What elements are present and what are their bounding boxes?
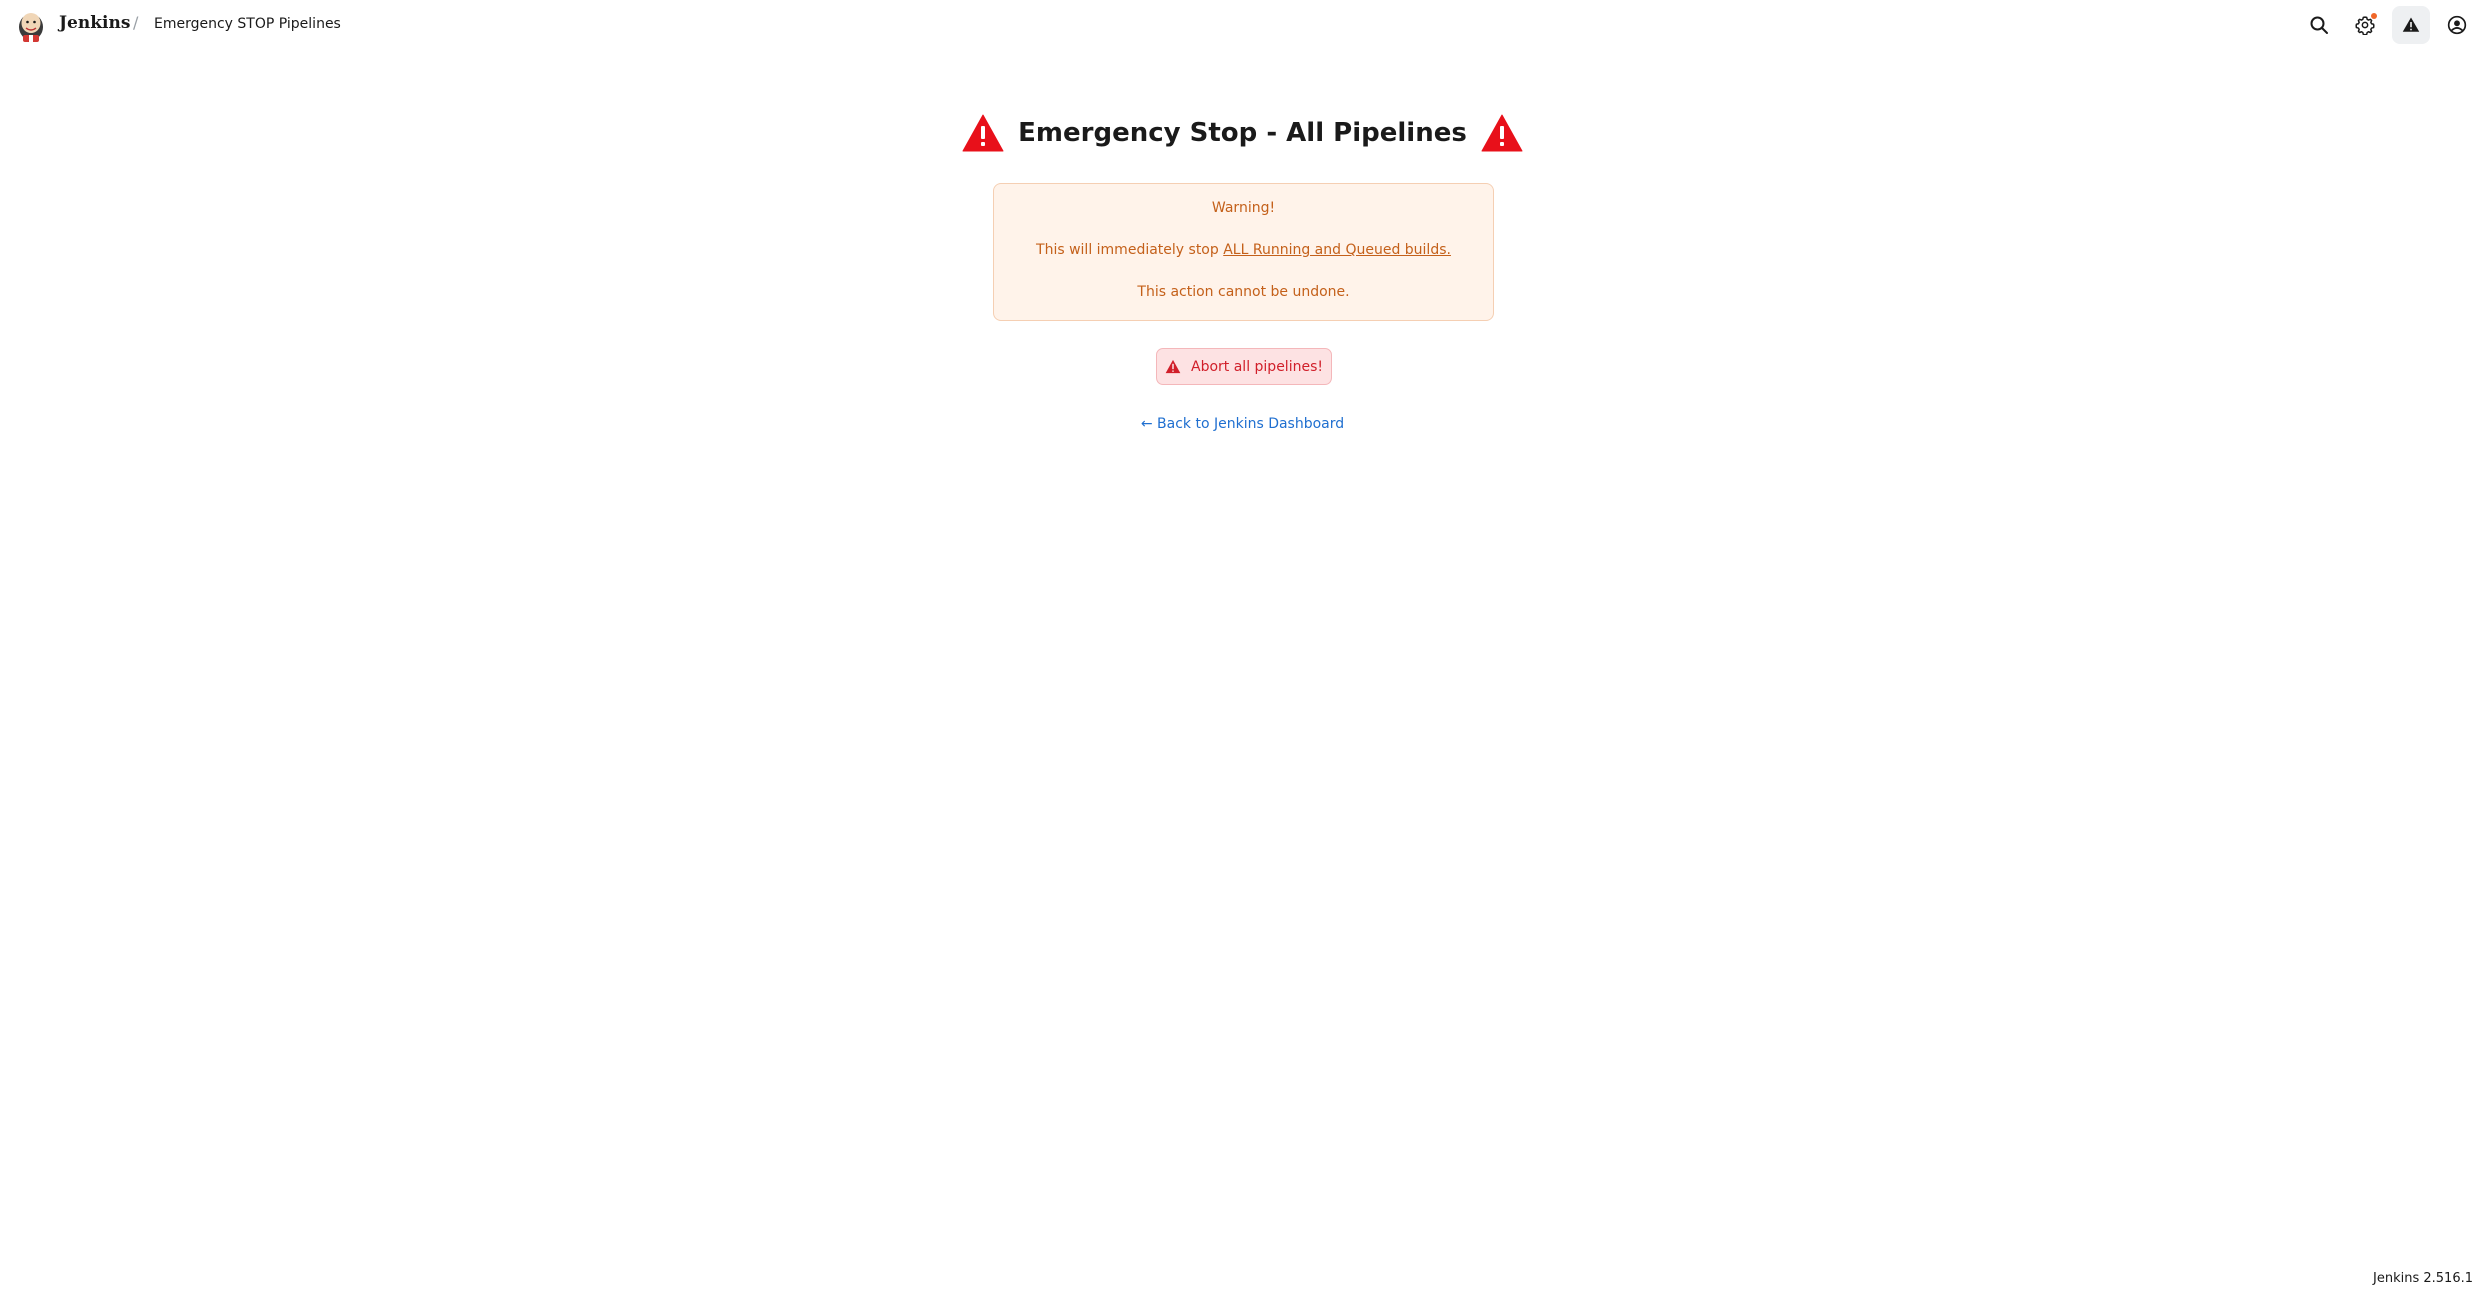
breadcrumb-separator: / bbox=[133, 13, 139, 32]
warning-icon bbox=[2402, 17, 2420, 32]
abort-button-label: Abort all pipelines! bbox=[1191, 358, 1323, 375]
jenkins-brand-link[interactable]: Jenkins bbox=[59, 13, 130, 33]
warning-message: This will immediately stop ALL Running a… bbox=[994, 242, 1493, 258]
back-to-dashboard-link[interactable]: ← Back to Jenkins Dashboard bbox=[0, 416, 2485, 432]
jenkins-logo-icon[interactable] bbox=[16, 8, 46, 42]
warning-irreversible-note: This action cannot be undone. bbox=[1137, 284, 1350, 300]
breadcrumb-emergency-stop[interactable]: Emergency STOP Pipelines bbox=[154, 16, 341, 32]
search-button[interactable] bbox=[2300, 6, 2338, 44]
user-account-icon bbox=[2447, 15, 2467, 35]
warning-triangle-icon bbox=[962, 114, 1004, 152]
warnings-button[interactable] bbox=[2392, 6, 2430, 44]
running-queued-builds-link[interactable]: ALL Running and Queued builds. bbox=[1223, 242, 1451, 258]
manage-jenkins-button[interactable] bbox=[2346, 6, 2384, 44]
jenkins-version[interactable]: Jenkins 2.516.1 bbox=[2373, 1271, 2473, 1286]
page-title: Emergency Stop - All Pipelines bbox=[1018, 118, 1467, 148]
user-account-button[interactable] bbox=[2438, 6, 2476, 44]
warning-triangle-icon bbox=[1165, 359, 1181, 374]
search-icon bbox=[2310, 16, 2328, 34]
warning-heading: Warning! bbox=[1211, 200, 1276, 216]
top-header: Jenkins / Emergency STOP Pipelines bbox=[0, 0, 2485, 50]
warning-triangle-icon bbox=[1481, 114, 1523, 152]
warning-box: Warning! This will immediately stop ALL … bbox=[993, 183, 1494, 321]
abort-all-pipelines-button[interactable]: Abort all pipelines! bbox=[1156, 348, 1332, 385]
notification-dot bbox=[2371, 13, 2377, 19]
warning-message-text: This will immediately stop bbox=[1036, 242, 1224, 258]
page-title-row: Emergency Stop - All Pipelines bbox=[0, 108, 2485, 158]
